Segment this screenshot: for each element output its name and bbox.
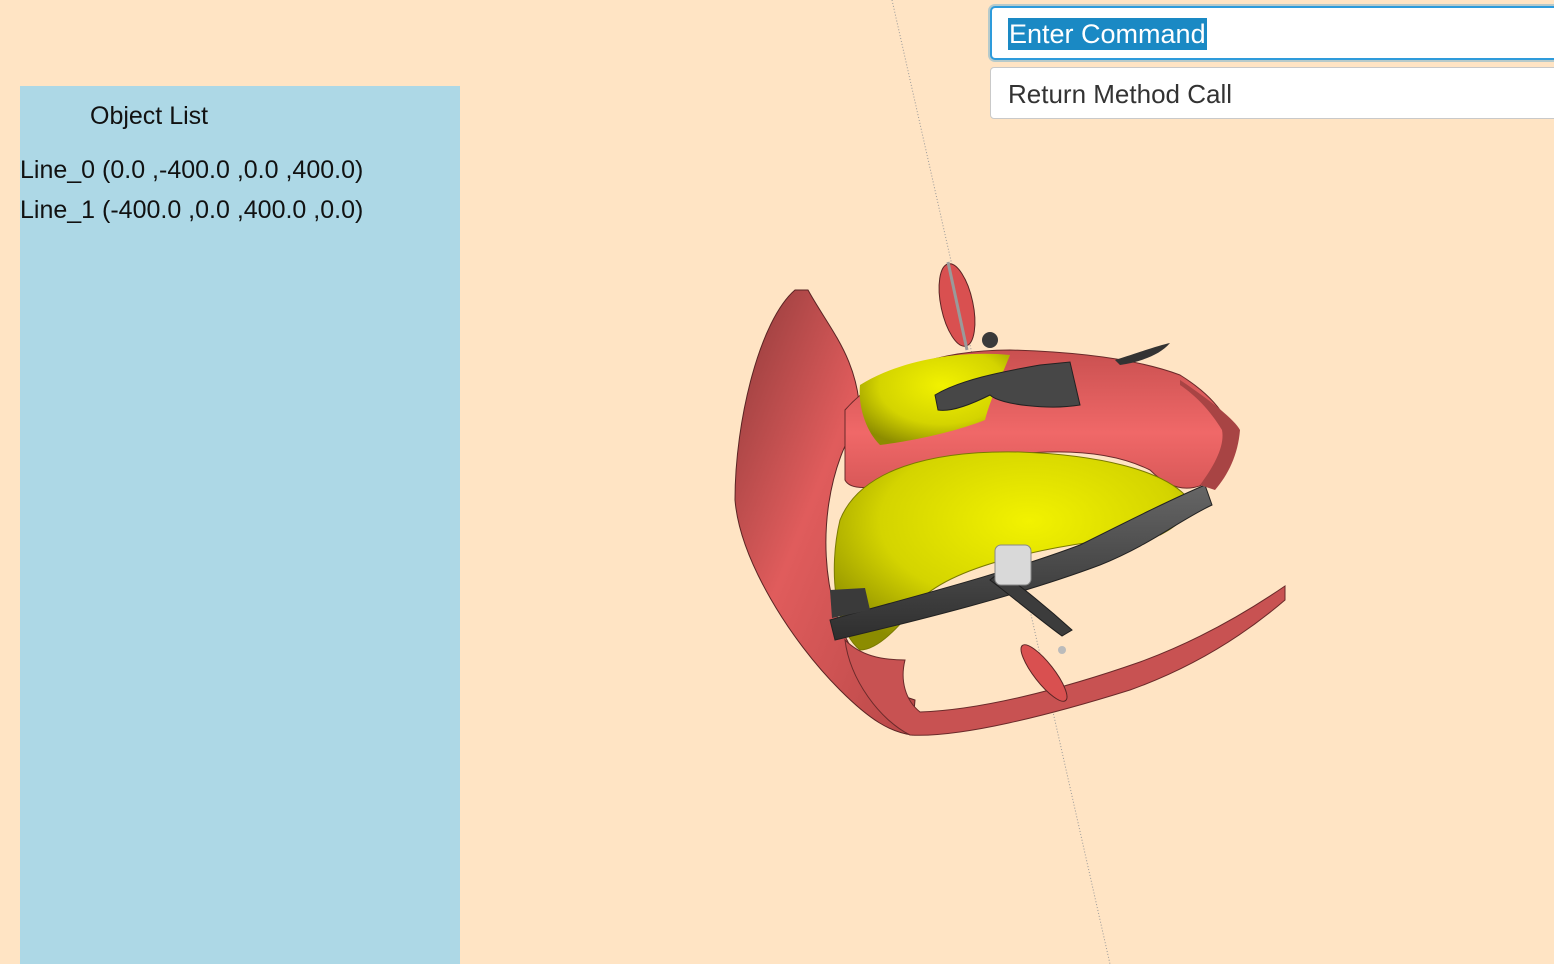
model-mirror-base [982,332,998,348]
return-method-call-text: Return Method Call [1008,79,1232,109]
command-input[interactable]: Enter Command [990,6,1554,60]
model-clamp [994,544,1032,586]
app-canvas: Object List Line_0 (0.0 ,-400.0 ,0.0 ,40… [0,0,1554,964]
object-list-title: Object List [90,102,209,130]
object-list-item-line-1[interactable]: Line_1 (-400.0 ,0.0 ,400.0 ,0.0) [20,190,363,230]
return-method-call-field[interactable]: Return Method Call [990,67,1554,119]
object-list: Line_0 (0.0 ,-400.0 ,0.0 ,400.0) Line_1 … [20,150,363,230]
object-list-item-line-0[interactable]: Line_0 (0.0 ,-400.0 ,0.0 ,400.0) [20,150,363,190]
command-input-selected-text: Enter Command [1008,18,1207,50]
object-list-panel: Object List Line_0 (0.0 ,-400.0 ,0.0 ,40… [20,86,460,964]
model-top-fin [1115,343,1170,365]
3d-viewport[interactable] [460,0,1554,964]
model-knob [1058,646,1066,654]
